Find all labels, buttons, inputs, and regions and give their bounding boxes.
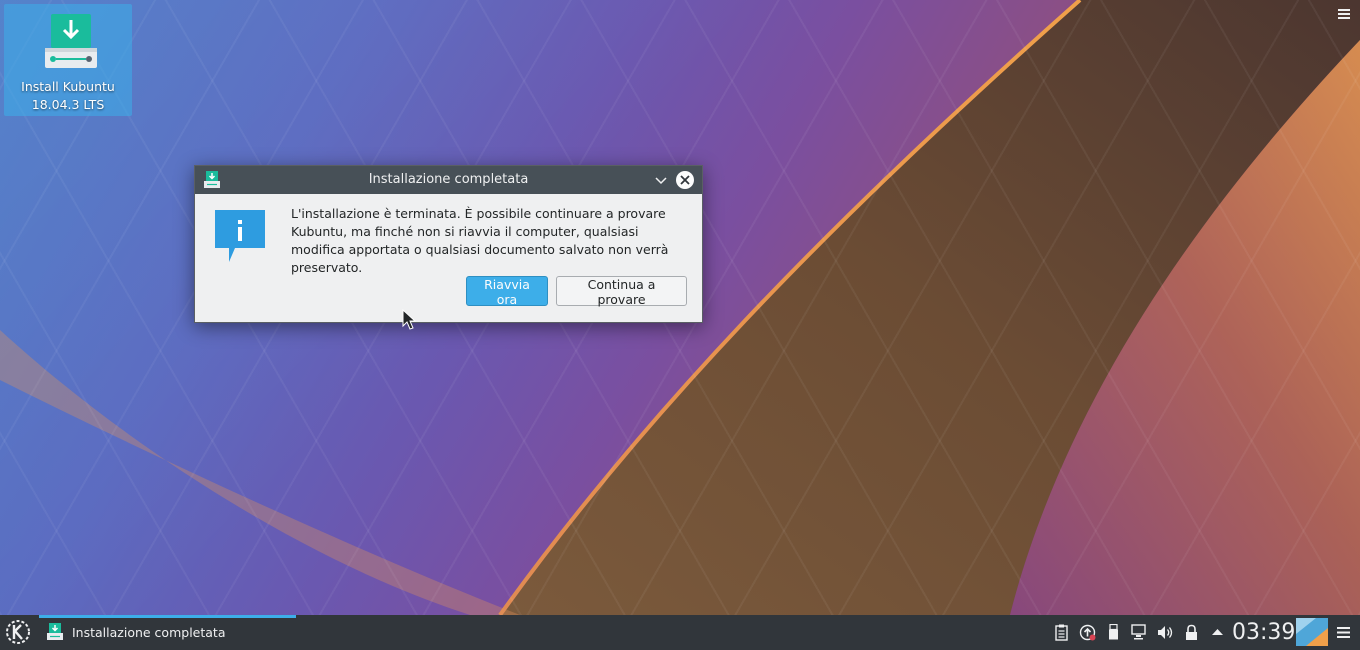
hamburger-menu-icon[interactable]	[1337, 626, 1350, 639]
dialog-title: Installazione completata	[368, 172, 529, 187]
update-icon[interactable]	[1079, 624, 1096, 641]
network-icon[interactable]	[1131, 624, 1148, 641]
dialog-titlebar[interactable]: Installazione completata	[195, 166, 702, 194]
dialog-message: L'installazione è terminata. È possibile…	[291, 206, 669, 275]
clipboard-icon[interactable]	[1053, 624, 1070, 641]
hamburger-menu-icon[interactable]	[1338, 8, 1350, 20]
info-icon	[215, 210, 265, 262]
volume-icon[interactable]	[1157, 624, 1174, 641]
task-item-install-complete[interactable]: Installazione completata	[39, 615, 296, 650]
show-desktop-icon[interactable]	[1296, 618, 1328, 646]
installer-icon	[47, 623, 63, 640]
desktop-icon-label: Install Kubuntu 18.04.3 LTS	[4, 78, 132, 114]
install-complete-dialog: Installazione completata L'installazione…	[194, 165, 703, 323]
desktop-icon-label-line1: Install Kubuntu	[21, 79, 115, 94]
desktop-icon-label-line2: 18.04.3 LTS	[31, 97, 105, 112]
continue-testing-button[interactable]: Continua a provare	[556, 276, 687, 307]
taskbar: Installazione completata 03:39	[0, 615, 1360, 650]
kde-logo-icon[interactable]	[4, 618, 32, 646]
installer-download-icon	[45, 14, 97, 68]
close-icon[interactable]	[675, 170, 695, 190]
clock[interactable]: 03:39	[1232, 615, 1295, 650]
minimize-chevron-icon[interactable]	[654, 173, 668, 187]
restart-now-button[interactable]: Riavvia ora	[466, 276, 548, 307]
task-item-label: Installazione completata	[72, 625, 226, 640]
tray-expand-icon[interactable]	[1209, 624, 1226, 641]
lock-icon[interactable]	[1183, 624, 1200, 641]
usb-icon[interactable]	[1105, 624, 1122, 641]
mouse-cursor-icon	[402, 309, 416, 330]
desktop-icon-install-kubuntu[interactable]: Install Kubuntu 18.04.3 LTS	[4, 4, 132, 116]
